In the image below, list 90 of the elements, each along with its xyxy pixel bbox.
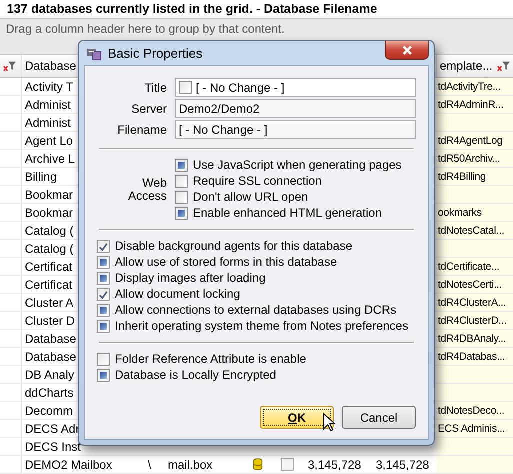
table-cell-text: Activity T [24,78,74,95]
check-icon [98,242,109,252]
field-label: Filename [116,122,167,136]
check-icon [98,290,109,300]
checkbox-label: Don't allow URL open [193,191,308,204]
cursor-icon [323,413,337,433]
table-cell-text: tdR4Billing [437,170,486,184]
table-cell-text: ECS Adminis... [437,422,506,436]
table-cell-text: Database [24,330,76,347]
table-cell-text: \ [147,456,152,473]
checkbox[interactable] [97,256,110,269]
table-cell-text: tdNotesDeco... [437,404,505,418]
table-cell-text: DECS Inst [24,438,82,455]
table-cell-text: Administ [24,114,72,131]
checkbox-label: Use JavaScript when generating pages [193,159,402,172]
table-cell-text: tdR50Archiv... [437,152,500,166]
checkbox[interactable] [175,207,188,220]
table-cell-text: mail.box [167,456,214,473]
filter-clear-icon [3,60,17,72]
table-cell-text: Cluster A [24,294,74,311]
column-header[interactable]: emplate... [440,59,493,73]
table-cell-text: tdR4AdminR... [437,98,504,112]
table-cell-text: tdActivityTre... [437,80,501,94]
checkbox-label: Disable background agents for this database [115,240,352,253]
close-icon [402,44,412,56]
checkbox-label: Database is Locally Encrypted [115,369,276,382]
input-field[interactable]: Demo2/Demo2 [175,99,416,118]
field-value: [ - No Change - ] [196,80,285,94]
database-icon [253,458,263,471]
field-value: [ - No Change - ] [179,122,268,136]
ok-button[interactable]: OK [260,406,334,429]
checkbox-label: Enable enhanced HTML generation [193,207,382,220]
checkbox-label: Inherit operating system theme from Notes preferences [115,320,408,333]
table-cell-text: Certificat [24,276,72,293]
checkbox[interactable] [281,458,294,471]
table-cell-text: Archive L [24,150,76,167]
checkbox[interactable] [97,288,110,301]
checkbox[interactable] [97,353,110,366]
table-cell-text: Billing [24,168,58,185]
table-cell-text: Administ [24,96,72,113]
table-cell-text: 3,145,728 [375,456,430,473]
dialog-title: Basic Properties [108,46,203,60]
table-cell-text: tdNotesCerti... [437,278,502,292]
table-cell-text: DEMO2 Mailbox [24,456,112,473]
table-cell-text: Decomm [24,402,74,419]
table-cell-text: 3,145,728 [307,456,362,473]
input-field[interactable]: [ - No Change - ] [175,78,416,97]
table-cell-text: Catalog ( [24,240,74,257]
field-value: Demo2/Demo2 [179,102,260,116]
table-cell-text: DECS Adr [24,420,80,437]
table-cell-text: ookmarks [437,206,482,220]
checkbox[interactable] [179,81,192,94]
table-cell-text: Bookmar [24,204,74,221]
table-cell-text: ddCharts [24,384,74,401]
table-cell-text: Cluster D [24,312,76,329]
table-cell-text: DB Analy [24,366,74,383]
input-field[interactable]: [ - No Change - ] [175,120,416,139]
field-label: Web Access [127,176,167,202]
table-cell-text: tdNotesCatal... [437,224,504,238]
checkbox[interactable] [175,191,188,204]
table-cell-text: Certificat [24,258,72,275]
checkbox[interactable] [175,175,188,188]
table-cell-text: tdR4AgentLog [437,134,503,148]
checkbox[interactable] [97,304,110,317]
checkbox[interactable] [97,320,110,333]
table-cell-text: Catalog ( [24,222,74,239]
table-cell-text: tdR4Databas... [437,350,506,364]
checkbox-label: Allow document locking [115,288,240,301]
field-label: Server [130,102,167,116]
checkbox-label: Require SSL connection [193,175,322,188]
group-hint: Drag a column header here to group by that content. [6,22,285,36]
checkbox-label: Allow use of stored forms in this database [115,256,338,269]
checkbox[interactable] [175,159,188,172]
checkbox-label: Allow connections to external databases using DCRs [115,304,396,317]
cancel-button[interactable]: Cancel [342,406,416,429]
checkbox[interactable] [97,272,110,285]
field-label: Title [144,80,167,94]
table-cell-text: tdCertificate... [437,260,500,274]
checkbox[interactable] [97,240,110,253]
filter-clear-icon [497,60,511,72]
checkbox-label: Display images after loading [115,272,266,285]
table-cell-text: Agent Lo [24,132,74,149]
table-cell-text: Bookmar [24,186,74,203]
checkbox-label: Folder Reference Attribute is enable [115,353,306,366]
table-cell-text: tdR4ClusterA... [437,296,506,310]
table-cell-text: tdR4DBAnaly... [437,332,506,346]
checkbox[interactable] [97,369,110,382]
close-button[interactable] [385,41,429,60]
table-cell-text: tdR4ClusterD... [437,314,507,328]
table-cell-text: Database [24,348,76,365]
